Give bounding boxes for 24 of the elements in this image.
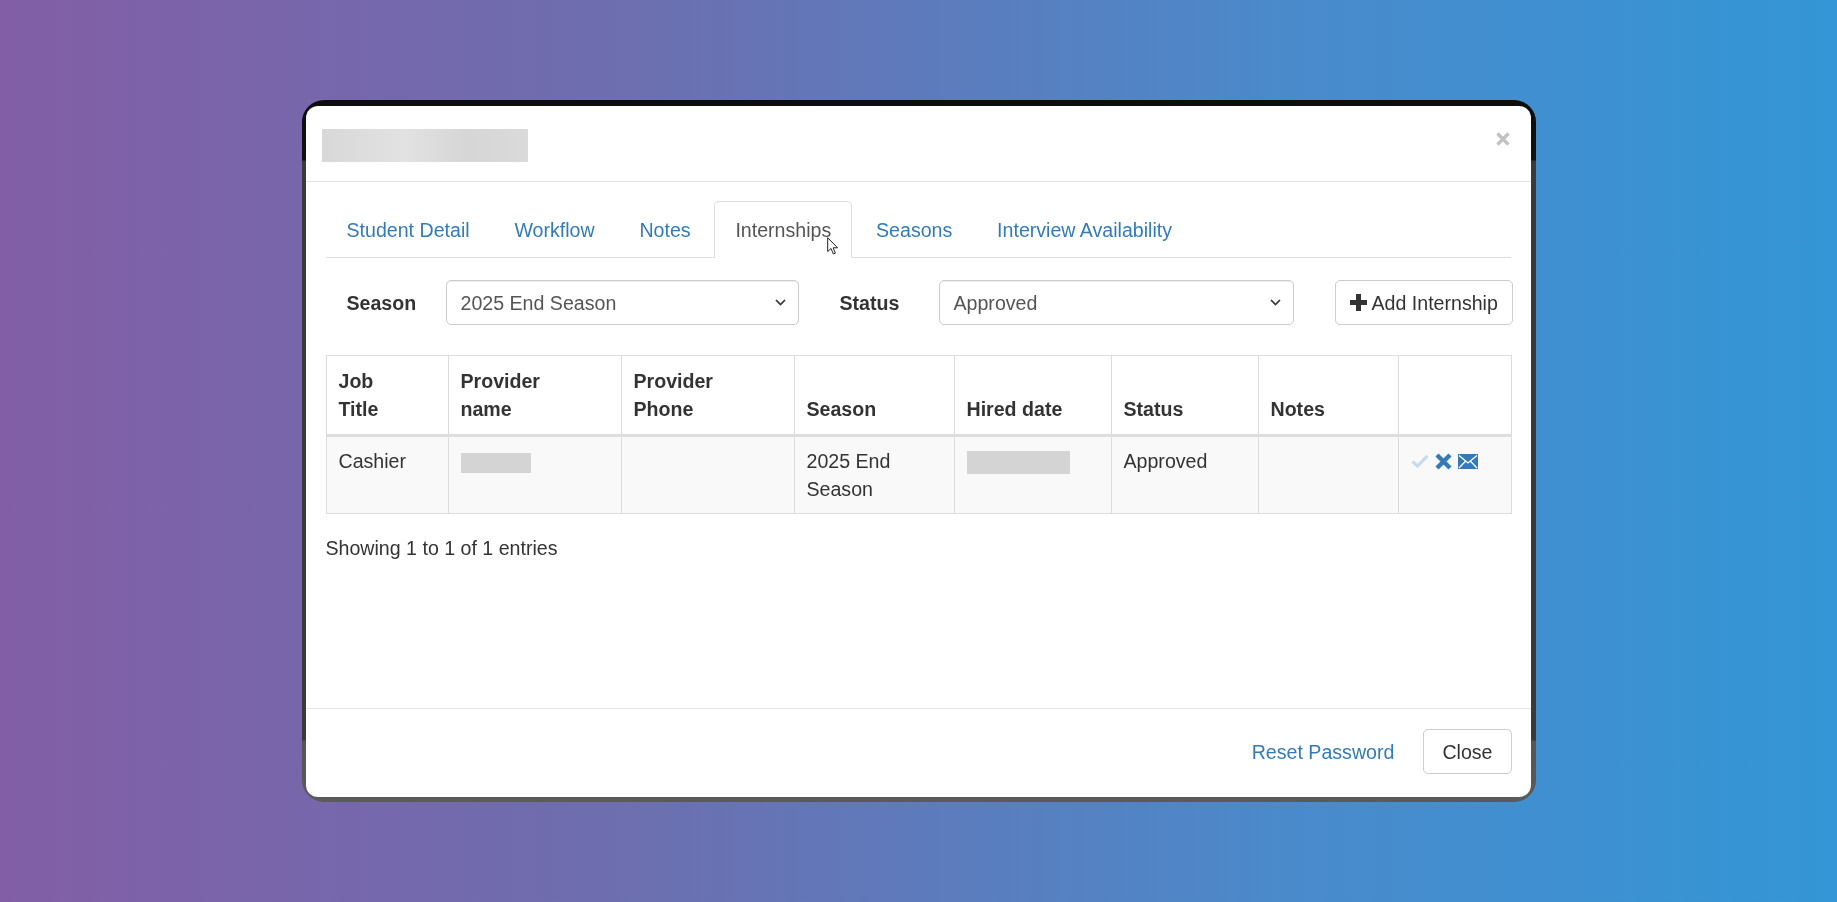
tab[interactable]: Student Detail	[325, 201, 491, 258]
table-cell: Cashier	[326, 435, 448, 514]
redacted-text-block	[460, 452, 531, 473]
cross-icon[interactable]	[1434, 452, 1452, 470]
chevron-icon	[1269, 299, 1281, 306]
table-cell: Approved	[1111, 435, 1258, 514]
table-cell: 2025 End Season	[794, 435, 954, 514]
chevron-icon	[774, 299, 786, 306]
tab[interactable]: Notes	[618, 201, 712, 258]
dropdown-select[interactable]: Approved	[938, 280, 1294, 325]
tab[interactable]: Interview Availability	[976, 201, 1194, 258]
reset-password-link[interactable]: Reset Password	[1251, 737, 1395, 766]
plus-icon	[1349, 294, 1367, 311]
add-internship-button[interactable]: Add Internship	[1334, 280, 1513, 325]
close-button[interactable]: Close	[1423, 729, 1512, 774]
close-icon	[1495, 132, 1510, 146]
tab[interactable]: Workflow	[493, 201, 616, 258]
tab[interactable]: Internships	[714, 201, 853, 258]
dropdown-select[interactable]: 2025 End Season	[445, 280, 799, 325]
table-info-text: Showing 1 to 1 of 1 entries	[325, 536, 559, 561]
envelope-icon[interactable]	[1457, 453, 1478, 469]
form-label: Season	[346, 290, 418, 316]
form-label: Status	[839, 290, 901, 316]
tab[interactable]: Seasons	[855, 201, 974, 258]
